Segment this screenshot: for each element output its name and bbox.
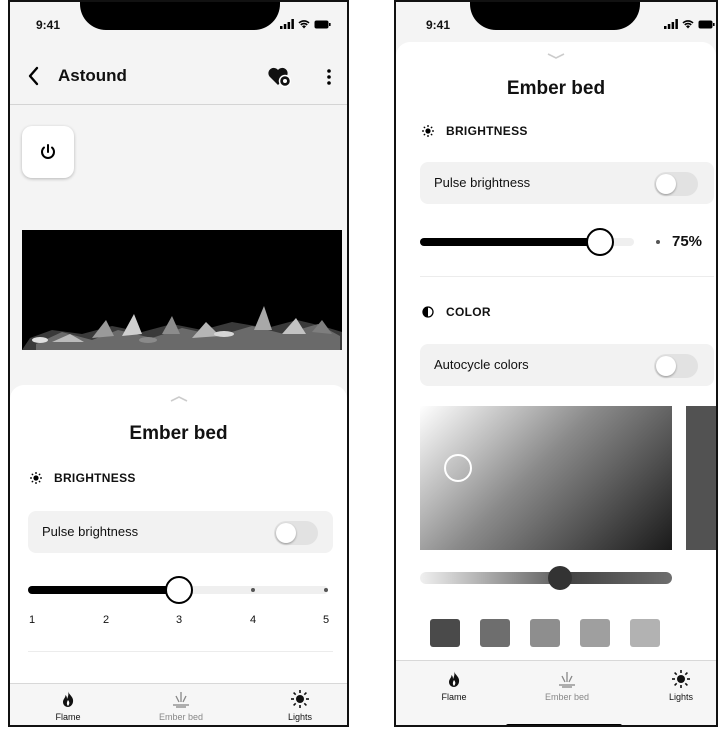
pulse-brightness-label: Pulse brightness — [434, 175, 531, 190]
collapse-chevron-icon[interactable] — [169, 395, 189, 403]
brightness-slider-fill — [28, 586, 178, 594]
autocycle-colors-label: Autocycle colors — [434, 357, 529, 372]
home-indicator — [506, 724, 622, 725]
color-contrast-icon — [422, 306, 434, 318]
slider-tick-label: 2 — [102, 614, 110, 626]
status-time: 9:41 — [36, 18, 61, 32]
status-icons — [664, 19, 715, 29]
color-swatch[interactable] — [630, 619, 660, 647]
brightness-section-header: BRIGHTNESS — [422, 124, 528, 138]
bottom-tab-bar: Flame Ember bed Lights — [396, 660, 716, 725]
tab-ember-bed[interactable]: Ember bed — [141, 690, 221, 722]
fireplace-preview — [22, 230, 342, 350]
tab-lights[interactable]: Lights — [260, 690, 340, 722]
flame-icon — [449, 671, 460, 687]
brightness-section-header: BRIGHTNESS — [30, 471, 136, 485]
collapse-chevron-icon[interactable] — [546, 52, 566, 60]
brightness-slider-fill — [420, 238, 592, 246]
brightness-heading: BRIGHTNESS — [54, 471, 136, 485]
notch — [470, 2, 640, 30]
tab-label: Ember bed — [544, 692, 590, 702]
lights-icon — [672, 670, 690, 688]
selected-color-preview — [686, 406, 716, 550]
color-swatch[interactable] — [480, 619, 510, 647]
toggle-knob — [656, 356, 676, 376]
sheet-title: Ember bed — [129, 423, 228, 444]
section-divider — [420, 276, 714, 277]
section-divider — [28, 651, 333, 652]
slider-tick-label: 4 — [249, 614, 257, 626]
color-section-header: COLOR — [422, 305, 491, 319]
slider-tick-label: 3 — [175, 614, 183, 626]
more-options-icon[interactable] — [325, 67, 333, 87]
slider-tick-label: 1 — [28, 614, 36, 626]
brightness-slider-thumb[interactable] — [165, 576, 193, 604]
phone-screen-right: 9:41 Ember bed BRIGHTNESS Pulse brightne… — [394, 0, 718, 727]
tab-flame[interactable]: Flame — [28, 690, 108, 722]
hue-slider-thumb[interactable] — [548, 566, 572, 590]
slider-tick-label: 5 — [322, 614, 330, 626]
tab-label: Flame — [441, 692, 467, 702]
brightness-icon — [422, 125, 434, 137]
pulse-brightness-toggle[interactable] — [274, 521, 318, 545]
pulse-brightness-row: Pulse brightness — [420, 162, 714, 204]
bottom-tab-bar: Flame Ember bed Lights — [10, 683, 347, 725]
power-button[interactable] — [22, 126, 74, 178]
tab-label: Lights — [287, 712, 313, 722]
color-heading: COLOR — [446, 305, 491, 319]
power-icon — [41, 144, 55, 159]
brightness-percent-value: 75% — [672, 233, 703, 250]
toggle-knob — [656, 174, 676, 194]
brightness-heading: BRIGHTNESS — [446, 124, 528, 138]
brightness-slider-thumb[interactable] — [586, 228, 614, 256]
wifi-icon — [682, 20, 694, 29]
tab-flame[interactable]: Flame — [414, 670, 494, 702]
battery-icon — [314, 20, 331, 28]
autocycle-colors-row: Autocycle colors — [420, 344, 714, 386]
slider-step-dot — [251, 588, 255, 592]
tab-label: Ember bed — [158, 712, 204, 722]
ember-bed-panel: Ember bed BRIGHTNESS Pulse brightness 75… — [396, 42, 716, 662]
phone-screen-left: 9:41 Astound Ember bed BRIGHTNESS Pulse … — [8, 0, 349, 727]
favorite-settings-icon[interactable] — [267, 66, 291, 88]
hue-slider[interactable] — [420, 566, 672, 590]
notch — [80, 2, 280, 30]
color-picker-area[interactable] — [420, 406, 672, 550]
tab-label: Lights — [668, 692, 694, 702]
color-picker-cursor[interactable] — [444, 454, 472, 482]
slider-max-dot — [656, 240, 660, 244]
back-arrow-icon[interactable] — [26, 64, 42, 88]
color-swatch[interactable] — [580, 619, 610, 647]
header-divider — [10, 104, 347, 105]
sheet-title: Ember bed — [506, 78, 606, 99]
autocycle-colors-toggle[interactable] — [654, 354, 698, 378]
tab-ember-bed[interactable]: Ember bed — [527, 670, 607, 702]
slider-step-dot — [324, 588, 328, 592]
tab-label: Flame — [55, 712, 81, 722]
color-swatch[interactable] — [530, 619, 560, 647]
pulse-brightness-toggle[interactable] — [654, 172, 698, 196]
app-header: Astound — [10, 58, 347, 98]
wifi-icon — [298, 20, 310, 29]
pulse-brightness-label: Pulse brightness — [42, 524, 139, 539]
ember-bed-icon — [173, 692, 189, 708]
ember-bed-icon — [559, 672, 575, 688]
brightness-icon — [30, 472, 42, 484]
page-title: Astound — [58, 66, 127, 85]
lights-icon — [291, 690, 309, 708]
signal-icon — [664, 19, 678, 29]
toggle-knob — [276, 523, 296, 543]
pulse-brightness-row: Pulse brightness — [28, 511, 333, 553]
color-swatch[interactable] — [430, 619, 460, 647]
ember-bed-panel: Ember bed BRIGHTNESS Pulse brightness 1 … — [10, 385, 347, 685]
battery-icon — [698, 20, 715, 28]
status-time: 9:41 — [426, 18, 451, 32]
tab-lights[interactable]: Lights — [641, 670, 716, 702]
status-icons — [280, 19, 331, 29]
flame-icon — [63, 691, 74, 707]
ember-bed-image — [22, 230, 342, 350]
signal-icon — [280, 19, 294, 29]
